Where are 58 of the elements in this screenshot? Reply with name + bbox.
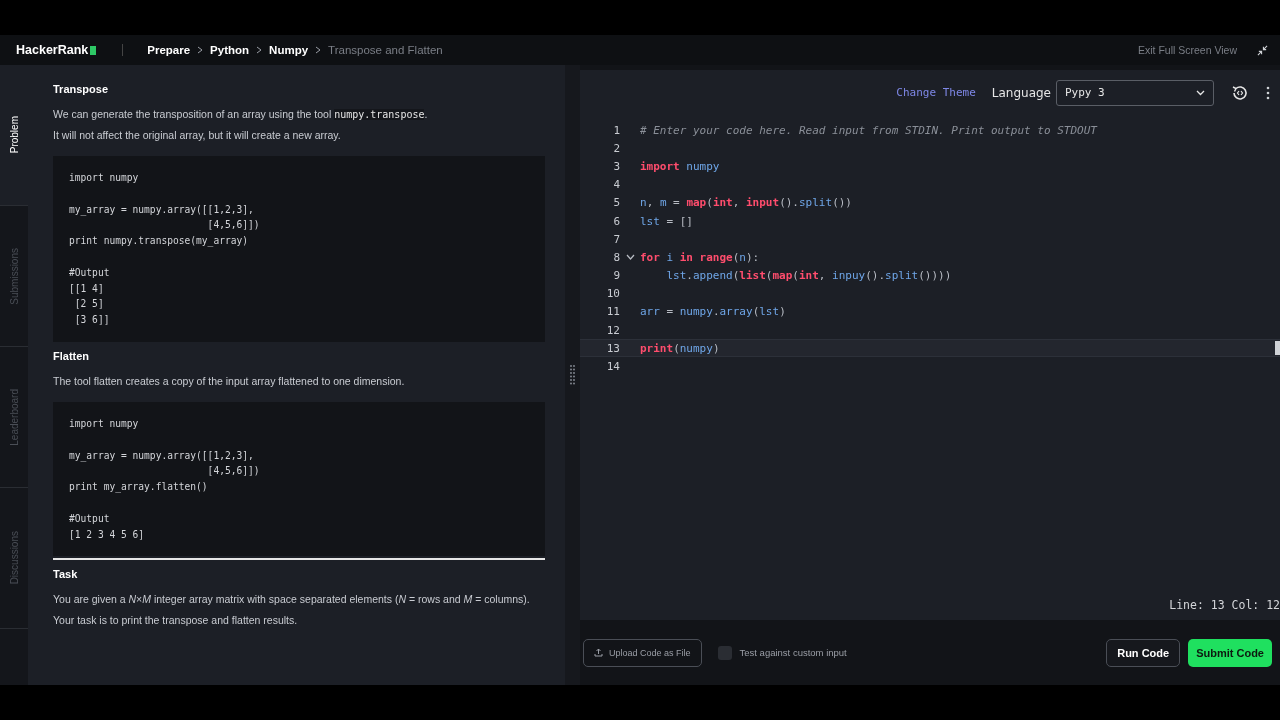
- section-heading: Transpose: [53, 83, 110, 95]
- line-number: 3: [612, 159, 620, 173]
- breadcrumb-link[interactable]: Numpy: [269, 44, 309, 56]
- collapse-icon[interactable]: [1257, 44, 1268, 56]
- code-block: import numpy my_array = numpy.array([[1,2,3], [4,5,6]]) print my_array.flatten() #Output [1 2 3 4 5 6]: [53, 401, 545, 557]
- line-number: 9: [612, 269, 620, 283]
- submit-button[interactable]: Submit Code: [1188, 638, 1272, 667]
- line-number: 11: [605, 305, 620, 319]
- paragraph: You are given a N×M integer array matrix with space separated elements (N = rows and M = columns).: [53, 592, 531, 608]
- code-line: lst.append(list(map(int, inpuy().split()))): [665, 269, 952, 283]
- breadcrumb-link[interactable]: Python: [210, 44, 250, 56]
- line-number: 14: [605, 360, 620, 374]
- section-heading: Flatten: [53, 349, 91, 362]
- code-line: print(numpy): [640, 341, 720, 355]
- upload-icon: [594, 648, 603, 657]
- checkbox-label: Test against custom input: [739, 647, 847, 658]
- checkbox[interactable]: [717, 645, 732, 660]
- line-number: 2: [612, 141, 620, 155]
- code-line: lst = []: [640, 214, 693, 228]
- scrollbar-thumb[interactable]: [1275, 341, 1280, 355]
- breadcrumb-link[interactable]: Prepare: [147, 44, 191, 56]
- more-icon[interactable]: [1266, 85, 1270, 100]
- language-label: Language: [991, 85, 1051, 100]
- paragraph: It will not affect the original array, but it will create a new array.: [53, 128, 342, 143]
- code-line: import numpy: [640, 159, 720, 173]
- paragraph: Your task is to print the transpose and flatten results.: [53, 613, 299, 629]
- line-number: 6: [612, 214, 620, 228]
- drag-handle-icon[interactable]: [570, 364, 575, 386]
- code-line: # Enter your code here. Read input from STDIN. Print output to STDOUT: [640, 123, 1097, 137]
- run-button[interactable]: Run Code: [1106, 638, 1181, 667]
- language-select[interactable]: Pypy 3: [1056, 79, 1214, 106]
- chevron-icon: [255, 46, 264, 54]
- paragraph: The tool flatten creates a copy of the input array flattened to one dimension.: [53, 373, 406, 389]
- upload-button[interactable]: Upload Code as File: [583, 638, 702, 667]
- line-number: 10: [605, 287, 620, 301]
- chevron-icon: [196, 46, 205, 54]
- side-tab[interactable]: Problem: [0, 65, 28, 206]
- line-number: 5: [612, 196, 620, 210]
- line-number: 7: [612, 232, 620, 246]
- line-number: 13: [605, 341, 620, 355]
- line-number: 12: [605, 323, 620, 337]
- exit-fullscreen-link[interactable]: Exit Full Screen View: [1138, 44, 1237, 56]
- cursor-position: Line: 13 Col: 12: [1168, 598, 1280, 614]
- code-line: for i in range(n):: [640, 250, 760, 264]
- code-block: import numpy my_array = numpy.array([[1,2,3], [4,5,6]]) print numpy.transpose(my_array) #Output [[1 4] [2 5] [3 6]]: [53, 156, 545, 342]
- code-line: n, m = map(int, input().split()): [640, 196, 852, 210]
- caret-icon[interactable]: [1196, 89, 1205, 96]
- code-line: arr = numpy.array(lst): [640, 305, 786, 319]
- logo[interactable]: HackerRank: [16, 43, 97, 57]
- paragraph: We can generate the transposition of an array using the tool numpy.transpose.: [53, 107, 429, 122]
- change-theme-link[interactable]: Change Theme: [896, 86, 976, 99]
- section-heading: Task: [53, 568, 79, 581]
- line-number: 4: [612, 178, 620, 192]
- breadcrumb-link[interactable]: Transpose and Flatten: [328, 44, 443, 56]
- fold-caret-icon[interactable]: [625, 254, 635, 261]
- line-number: 1: [612, 123, 620, 137]
- line-number: 8: [612, 250, 620, 264]
- chevron-icon: [314, 46, 323, 54]
